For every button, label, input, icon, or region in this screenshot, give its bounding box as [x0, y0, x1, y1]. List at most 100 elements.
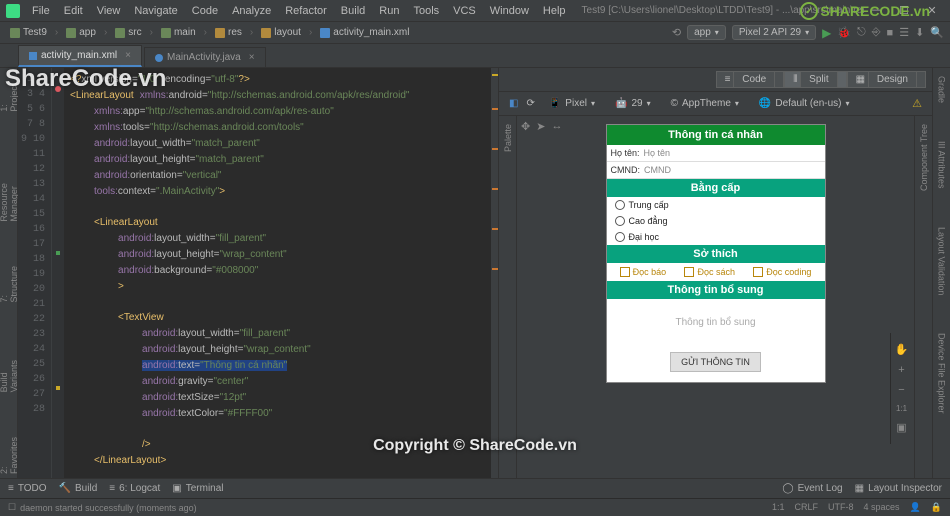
device-frame: Thông tin cá nhân Họ tên:Họ tên CMND:CMN… [606, 124, 826, 383]
crumb-file[interactable]: activity_main.xml [316, 26, 413, 39]
menu-edit[interactable]: Edit [58, 3, 89, 19]
menu-navigate[interactable]: Navigate [128, 3, 183, 19]
gutter-mark-icon [56, 251, 60, 255]
tab-activity-main[interactable]: activity_main.xml × [18, 45, 142, 67]
surface-icon[interactable]: ◧ [509, 98, 518, 109]
tool-favorites[interactable]: 2: Favorites [0, 426, 20, 478]
component-tree-gutter: Component Tree [914, 116, 932, 478]
check-docbao[interactable]: Đọc báo [620, 267, 667, 277]
breakpoint-icon[interactable] [55, 86, 61, 92]
lock-icon[interactable]: 🔒 [931, 502, 942, 513]
file-encoding[interactable]: UTF-8 [828, 502, 854, 513]
close-tab-icon[interactable]: × [249, 52, 255, 63]
crumb-res[interactable]: res [211, 26, 246, 39]
menu-window[interactable]: Window [484, 3, 535, 19]
tool-resource-manager[interactable]: Resource Manager [0, 146, 20, 226]
sync-icon[interactable]: ⟲ [672, 26, 681, 39]
scroll-mark-icon [492, 268, 498, 270]
tool-project[interactable]: 1: Project [0, 72, 20, 116]
theme-picker[interactable]: © AppTheme [665, 97, 745, 110]
menu-analyze[interactable]: Analyze [226, 3, 277, 19]
palette-tab[interactable]: Palette [502, 116, 514, 160]
zoom-icon[interactable]: ↔ [551, 120, 562, 133]
crumb-app[interactable]: app [62, 26, 100, 39]
component-tree-tab[interactable]: Component Tree [918, 116, 930, 199]
run-button[interactable]: ▶ [822, 26, 831, 40]
sdk-icon[interactable]: ⬇ [915, 26, 924, 39]
tool-layout-validation[interactable]: Layout Validation [936, 223, 948, 299]
avd-icon[interactable]: ☰ [899, 26, 909, 39]
crumb-main[interactable]: main [157, 26, 200, 39]
fit-screen-icon[interactable]: ▣ [896, 421, 906, 434]
view-mode-design[interactable]: ▦ Design [847, 71, 926, 88]
pan-tool-icon[interactable]: ✋ [895, 343, 909, 356]
close-tab-icon[interactable]: × [125, 50, 131, 61]
menu-view[interactable]: View [91, 3, 127, 19]
field-id[interactable]: CMND:CMND [607, 162, 825, 179]
module-selector[interactable]: app [687, 25, 726, 40]
menu-refactor[interactable]: Refactor [279, 3, 333, 19]
menu-vcs[interactable]: VCS [447, 3, 482, 19]
stop-icon[interactable]: ■ [887, 27, 894, 39]
zoom-fit-icon[interactable]: 1:1 [896, 404, 907, 413]
code-editor[interactable]: 1 2 3 4 5 6 7 8 9 10 11 12 13 14 15 16 1… [18, 68, 498, 478]
radio-caodang[interactable]: Cao đẳng [607, 213, 825, 229]
gutter-warning-icon [56, 386, 60, 390]
tab-event-log[interactable]: ◯ Event Log [782, 483, 842, 494]
sharecode-logo: ✓ SHARECODE.vn [800, 2, 930, 20]
tab-layout-inspector[interactable]: ▦ Layout Inspector [855, 483, 942, 494]
tool-structure[interactable]: 7: Structure [0, 255, 20, 307]
check-doccoding[interactable]: Đọc coding [753, 267, 811, 277]
search-icon[interactable]: 🔍 [930, 26, 944, 39]
tool-build-variants[interactable]: Build Variants [0, 337, 20, 396]
tab-mainactivity[interactable]: MainActivity.java × [144, 47, 266, 67]
orientation-icon[interactable]: ⟳ [526, 98, 534, 109]
radio-daihoc[interactable]: Đại học [607, 229, 825, 245]
view-mode-code[interactable]: ≡ Code [716, 71, 785, 88]
crumb-layout[interactable]: layout [257, 26, 305, 39]
menu-run[interactable]: Run [373, 3, 405, 19]
menu-build[interactable]: Build [335, 3, 371, 19]
field-name[interactable]: Họ tên:Họ tên [607, 145, 825, 162]
indent-setting[interactable]: 4 spaces [864, 502, 900, 513]
pan-icon[interactable]: ✥ [521, 120, 530, 133]
tool-attributes[interactable]: III Attributes [936, 137, 948, 193]
view-mode-split[interactable]: ⫴ Split [784, 71, 846, 88]
device-selector[interactable]: Pixel 2 API 29 [732, 25, 816, 40]
tab-logcat[interactable]: ≡ 6: Logcat [109, 483, 160, 494]
tab-terminal[interactable]: ▣ Terminal [172, 483, 223, 494]
submit-button[interactable]: GỬI THÔNG TIN [670, 352, 761, 372]
tab-todo[interactable]: ≡ TODO [8, 483, 47, 494]
zoom-in-icon[interactable]: + [898, 364, 904, 376]
crumb-src[interactable]: src [111, 26, 145, 39]
line-separator[interactable]: CRLF [795, 502, 819, 513]
warning-icon[interactable]: ⚠ [912, 97, 922, 110]
device-picker[interactable]: 📱 Pixel [543, 97, 601, 110]
scrollbar[interactable] [490, 68, 498, 478]
crumb-project[interactable]: Test9 [6, 26, 51, 39]
menu-code[interactable]: Code [186, 3, 224, 19]
api-picker[interactable]: 🤖 29 [609, 97, 657, 110]
editor-tabs: activity_main.xml × MainActivity.java × [0, 44, 950, 68]
extra-hint[interactable]: Thông tin bổ sung [607, 299, 825, 346]
select-icon[interactable]: ➤ [536, 120, 545, 133]
tab-build[interactable]: 🔨 Build [59, 483, 98, 494]
caret-position[interactable]: 1:1 [772, 502, 785, 513]
tool-gradle[interactable]: Gradle [936, 72, 948, 107]
attach-icon[interactable]: ⎆ [872, 26, 881, 39]
scroll-mark-icon [492, 148, 498, 150]
tool-device-explorer[interactable]: Device File Explorer [936, 329, 948, 418]
radio-trungcap[interactable]: Trung cấp [607, 197, 825, 213]
design-toolbar: ≡ Code ⫴ Split ▦ Design [499, 68, 932, 92]
debug-icon[interactable]: 🐞 [837, 26, 851, 39]
zoom-out-icon[interactable]: − [898, 384, 904, 396]
check-docsach[interactable]: Đọc sách [684, 267, 735, 277]
profiler-icon[interactable]: ⎋ [857, 26, 866, 39]
device-canvas[interactable]: ✥ ➤ ↔ Thông tin cá nhân Họ tên:Họ tên CM… [517, 116, 914, 478]
inspection-icon[interactable]: 👤 [910, 502, 921, 513]
menu-file[interactable]: File [26, 3, 56, 19]
code-content[interactable]: <?xml version="1.0" encoding="utf-8"?> <… [64, 68, 490, 478]
locale-picker[interactable]: 🌐 Default (en-us) [753, 97, 856, 110]
menu-tools[interactable]: Tools [407, 3, 445, 19]
menu-help[interactable]: Help [537, 3, 572, 19]
